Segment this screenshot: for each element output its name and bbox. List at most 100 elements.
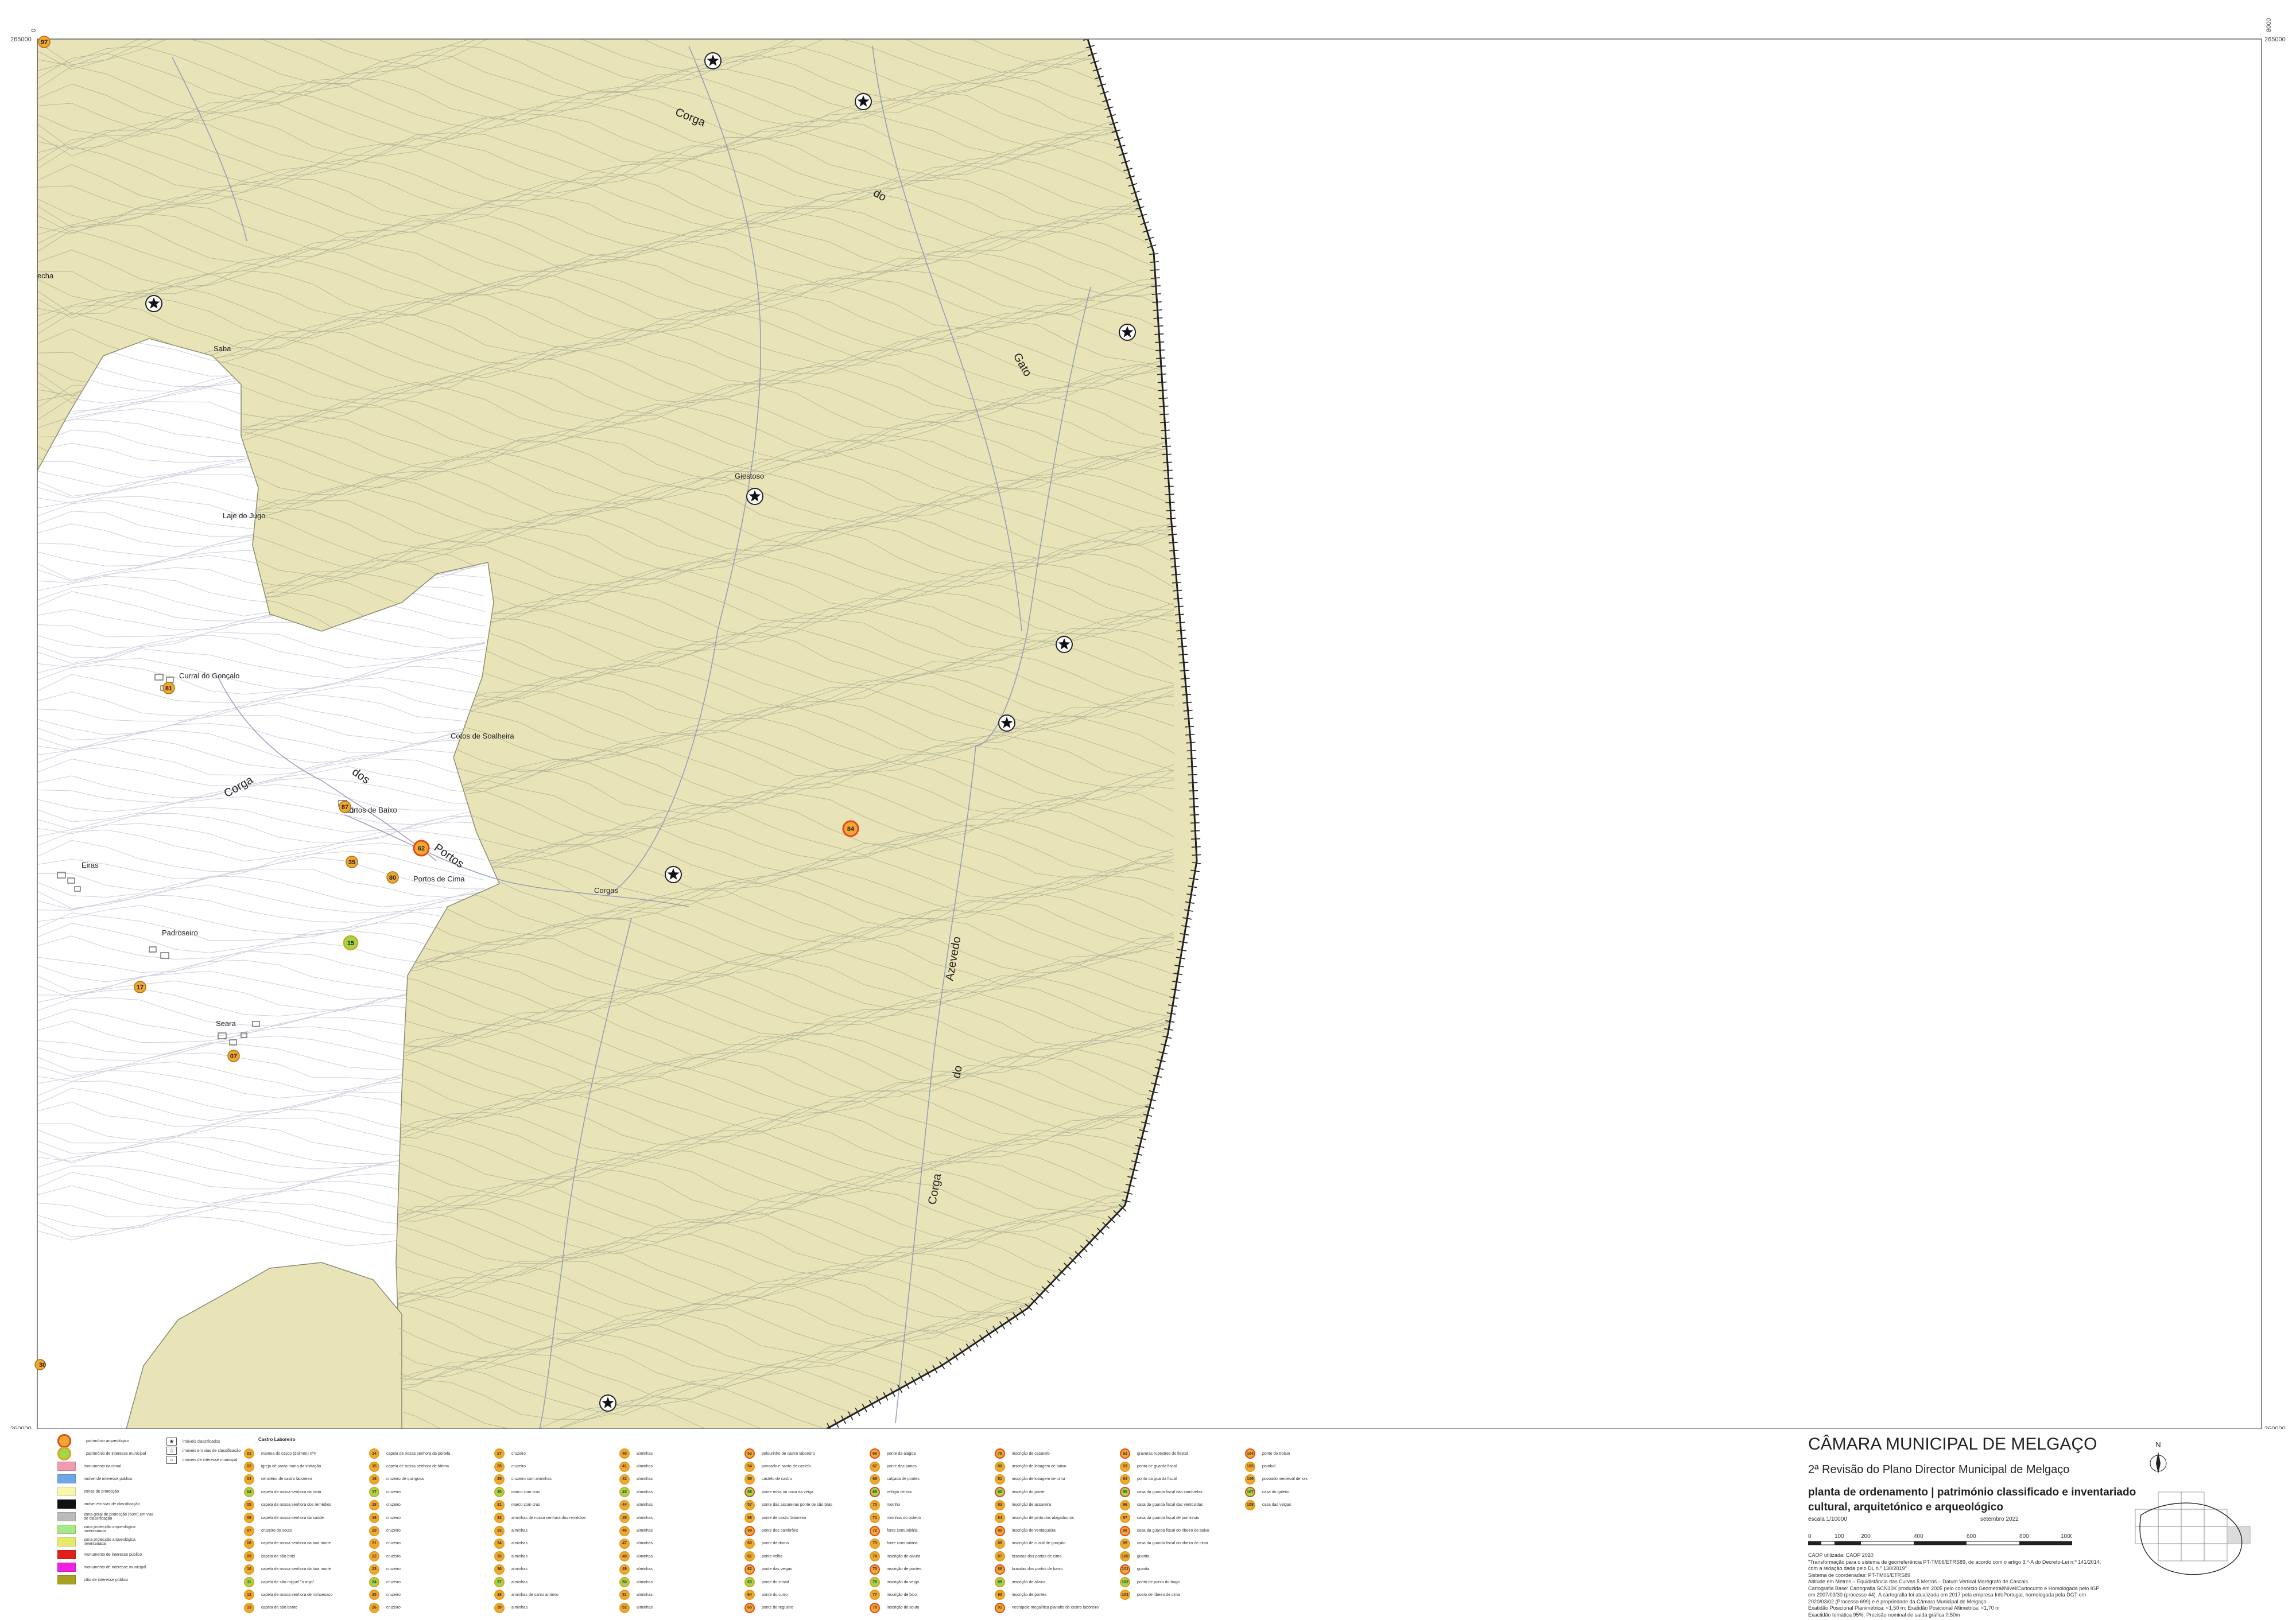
legend-inventory-number: 16	[369, 1474, 379, 1485]
classified-site-star-icon[interactable]	[599, 1394, 616, 1412]
poi-07[interactable]: 07	[227, 1050, 240, 1062]
legend-column: 40 alminhas 41 alminhas 42 alminhas 43 alminhas…	[619, 1447, 744, 1614]
legend-symbol-icon: ○	[166, 1456, 177, 1464]
place-saba: Saba	[214, 344, 231, 353]
legend-inventory-number: 04	[244, 1487, 254, 1498]
legend-inventory-item: 98 casa da guarda fiscal do ribeiro de ba…	[1120, 1524, 1245, 1537]
poi-35[interactable]: 35	[346, 856, 358, 868]
legend-inventory-label: moinho	[887, 1503, 900, 1508]
legend-inventory-number: 85	[995, 1525, 1005, 1536]
legend-inventory-number: 40	[619, 1448, 630, 1459]
legend-inventory-number: 102	[1120, 1577, 1130, 1588]
legend-inventory-item: 50 alminhas	[619, 1576, 744, 1588]
classified-site-star-icon[interactable]	[145, 295, 162, 312]
legend-inventory-label: cruzeiro	[511, 1451, 526, 1456]
legend-category-item: monumento nacional	[57, 1460, 155, 1473]
map-note-line: "Transformação para o sistema de georref…	[1808, 1559, 2101, 1572]
legend-swatch	[57, 1434, 71, 1448]
map-date: setembro 2022	[1980, 1516, 2019, 1522]
place-seara: Seara	[216, 1019, 236, 1028]
poi-97[interactable]: 97	[38, 36, 51, 48]
legend-swatch	[57, 1499, 76, 1509]
legend-inventory-item: 53 pelourinho de castro laboreiro	[744, 1447, 870, 1460]
legend-inventory-label: cruzeiro de quingosa	[386, 1477, 424, 1482]
legend-inventory-label: casa da guarda fiscal de pontinhas	[1137, 1516, 1200, 1520]
poi-15[interactable]: 15	[343, 935, 359, 951]
legend-inventory-item: 99 casa da guarda fiscal do ribeiro de ci…	[1120, 1537, 1245, 1550]
legend-inventory-item: 63 ponte do cristal	[744, 1576, 870, 1588]
north-arrow: N	[2150, 1440, 2167, 1474]
poi-62[interactable]: 62	[413, 840, 430, 857]
classified-site-star-icon[interactable]	[704, 52, 722, 69]
classified-site-star-icon[interactable]	[855, 93, 872, 110]
legend-inventory-number: 53	[744, 1448, 755, 1459]
place-padroseiro: Padroseiro	[162, 929, 198, 937]
legend-inventory-number: 12	[244, 1590, 254, 1600]
legend-inventory-number: 99	[1120, 1538, 1130, 1549]
legend-swatch	[57, 1512, 76, 1521]
legend-inventory-item: 86 inscrição de curral de gonçalo	[995, 1537, 1120, 1550]
legend-inventory-item: 89 inscrição de alvura	[995, 1576, 1120, 1588]
legend-inventory-number: 76	[870, 1577, 880, 1588]
legend-inventory-number: 96	[1120, 1499, 1130, 1510]
legend-inventory-number: 22	[369, 1551, 379, 1562]
legend-inventory-label: cruzeiro	[386, 1490, 401, 1494]
classified-site-star-icon[interactable]	[1119, 324, 1136, 341]
legend-inventory-label: capela de são brás	[261, 1554, 296, 1559]
poi-81[interactable]: 81	[162, 682, 175, 694]
legend-inventory-item: 90 inscrição de pontes	[995, 1588, 1120, 1601]
classified-site-star-icon[interactable]	[665, 866, 682, 883]
legend-inventory-item: 104 ponto do trolaio	[1245, 1447, 1370, 1460]
legend-inventory-label: ponte da alagoa	[887, 1451, 916, 1456]
legend-inventory-item: 32 alminhas de nossa senhora dos remédios	[494, 1512, 619, 1524]
poi-35-label: 35	[348, 859, 355, 866]
legend-inventory-number: 29	[494, 1474, 505, 1485]
legend-inventory-label: alminhas	[637, 1490, 653, 1494]
poi-17[interactable]: 17	[134, 981, 146, 993]
classified-site-star-icon[interactable]	[998, 714, 1015, 732]
legend-inventory-number: 10	[244, 1564, 254, 1575]
poi-80[interactable]: 80	[386, 871, 399, 884]
legend-inventory-label: refúgio de xxx	[887, 1490, 912, 1494]
legend-inventory-item: 54 povoado e santo de castelo	[744, 1460, 870, 1473]
legend-inventory-label: alminhas	[637, 1541, 653, 1546]
legend-inventory-item: 08 capela de nossa senhora da boa morte	[244, 1537, 369, 1550]
poi-87[interactable]: 87	[339, 801, 351, 813]
legend-inventory-item: 79 inscrição de casarelo	[995, 1447, 1120, 1460]
legend-inventory-number: 48	[619, 1551, 630, 1562]
legend-inventory-item: 06 capela de nossa senhora da saúde	[244, 1512, 369, 1524]
plan-subtitle: 2ª Revisão do Plano Director Municipal d…	[1808, 1463, 2070, 1476]
location-key-map	[2135, 1491, 2251, 1575]
poi-84[interactable]: 84	[842, 820, 859, 837]
poi-30[interactable]: 30	[34, 1359, 46, 1370]
legend-inventory-label: alminhas	[637, 1451, 653, 1456]
legend-category-label: zona protecção arqueológica inventariada	[84, 1538, 135, 1546]
scale-tick-label: 800	[2019, 1533, 2029, 1540]
legend-inventory-item: 30 marco com cruz	[494, 1486, 619, 1498]
legend-inventory-number: 68	[870, 1474, 880, 1485]
legend-inventory-item: 36 alminhas	[494, 1563, 619, 1576]
legend-inventory-item: 19 cruzeiro	[369, 1512, 494, 1524]
legend-inventory-item: 43 alminhas	[619, 1486, 744, 1498]
scale-tick-label: 600	[1967, 1533, 1976, 1540]
classified-site-star-icon[interactable]	[1056, 636, 1073, 653]
classified-site-star-icon[interactable]	[746, 488, 763, 505]
legend-symbol-icon: ☆	[166, 1447, 177, 1455]
legend-inventory-item: 70 moinho	[870, 1499, 995, 1512]
legend-inventory-label: capela de nossa senhora da boa morte	[261, 1567, 331, 1572]
legend-categories: património arqueológico património de int…	[57, 1434, 155, 1586]
map-note-line: Exatidão Posicional Planimétrica: <1,50 …	[1808, 1605, 2000, 1611]
legend-symbol-item: ☆ imóveis em vias de classificação	[166, 1446, 247, 1455]
legend-inventory-item: 01 mamoa do casco (dolmen) nº4	[244, 1447, 369, 1460]
legend-inventory-number: 37	[494, 1577, 505, 1588]
legend-inventory-label: ponte de castro laboreiro	[762, 1516, 806, 1520]
legend-inventory-label: ponte velha	[762, 1554, 783, 1559]
legend-inventory-item: 96 casa da guarda fiscal das ventosidas	[1120, 1499, 1245, 1512]
legend-category-label: imóvel em vias de classificação	[84, 1502, 140, 1506]
place-eiras: Eiras	[82, 861, 99, 869]
legend-inventory-number: 15	[369, 1461, 379, 1472]
legend-inventory-number: 43	[619, 1487, 630, 1498]
legend-inventory-item: 47 alminhas	[619, 1537, 744, 1550]
legend-swatch	[57, 1550, 76, 1559]
legend-inventory-label: inscrição de ventaqueira	[1012, 1529, 1056, 1533]
